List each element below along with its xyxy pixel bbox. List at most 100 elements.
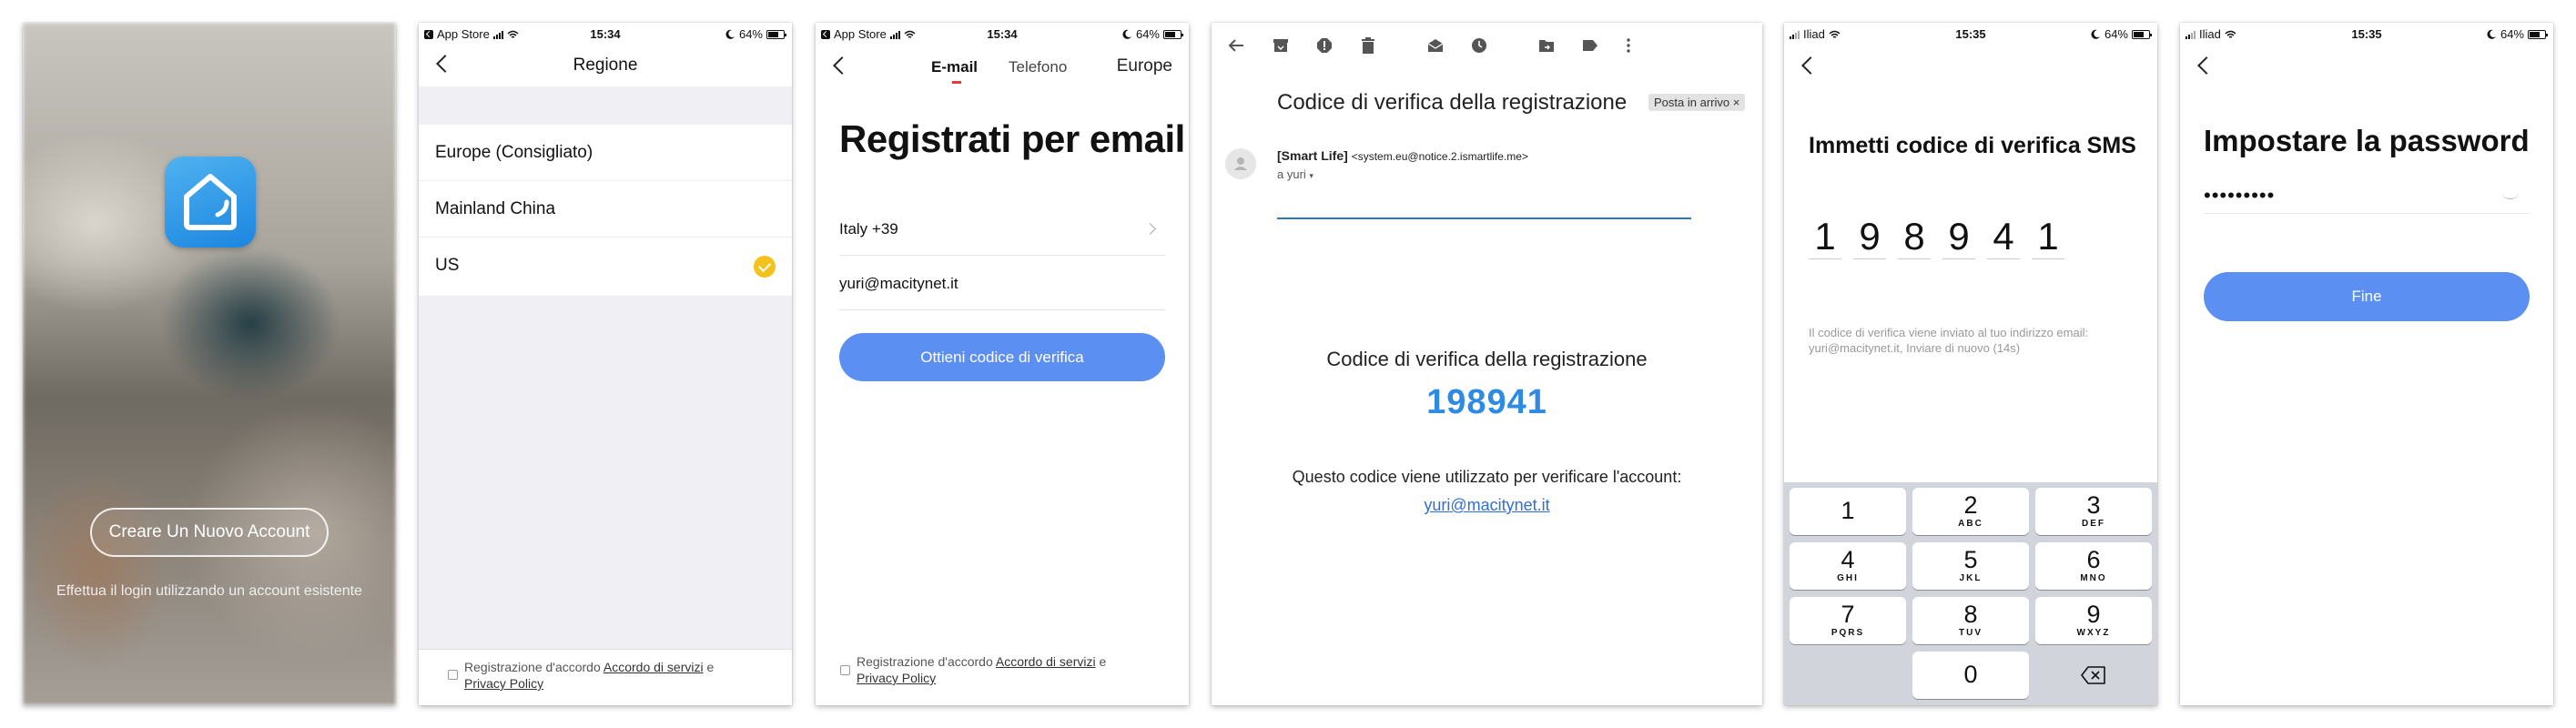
region-item-mainland-china[interactable]: Mainland China: [419, 181, 792, 238]
key-2[interactable]: 2 ABC: [1912, 488, 2029, 535]
email-subject: Codice di verifica della registrazione: [1277, 90, 1628, 115]
consent-prefix: Registrazione d'accordo: [857, 654, 993, 669]
country-code-field[interactable]: Italy +39: [839, 203, 1165, 256]
key-letters: PQRS: [1831, 628, 1865, 638]
code-purpose-text: Questo codice viene utilizzato per verif…: [1292, 468, 1682, 486]
consent-and: e: [706, 660, 715, 674]
password-field[interactable]: •••••••••: [2204, 177, 2530, 214]
empty-area: [419, 296, 792, 705]
page-title: Regione: [573, 56, 638, 75]
email-toolbar: [1212, 23, 1762, 68]
key-letters: WXYZ: [2076, 628, 2111, 638]
set-password-screen: Iliad 15:35 64% Impostare la password ••…: [2180, 23, 2553, 705]
privacy-link[interactable]: Privacy Policy: [857, 671, 936, 685]
region-item-label: US: [435, 256, 460, 275]
key-7[interactable]: 7 PQRS: [1790, 597, 1906, 644]
create-account-button[interactable]: Creare Un Nuovo Account: [90, 508, 329, 557]
moon-icon: [1122, 29, 1131, 39]
key-letters: MNO: [2080, 573, 2107, 583]
snooze-clock-icon[interactable]: [1468, 35, 1490, 56]
key-letters: JKL: [1959, 573, 1983, 583]
report-spam-icon[interactable]: [1313, 35, 1335, 56]
delete-icon[interactable]: [1357, 35, 1379, 56]
terms-link[interactable]: Accordo di servizi: [996, 654, 1096, 669]
consent-text: Registrazione d'accordo Accordo di servi…: [857, 653, 1171, 686]
key-letters: GHI: [1837, 573, 1859, 583]
tab-phone[interactable]: Telefono: [1009, 58, 1067, 76]
terms-link[interactable]: Accordo di servizi: [603, 660, 704, 674]
email-body-heading: Codice di verifica della registrazione: [1326, 348, 1648, 370]
sender-avatar: [1225, 148, 1256, 179]
key-5[interactable]: 5 JKL: [1912, 542, 2029, 590]
key-number: 8: [1963, 601, 1978, 628]
region-item-label: Mainland China: [435, 198, 556, 218]
key-number: 7: [1841, 601, 1855, 628]
login-existing-link[interactable]: Effettua il login utilizzando un account…: [23, 583, 396, 600]
backspace-key[interactable]: [2035, 652, 2152, 699]
sender-address: <system.eu@notice.2.ismartlife.me>: [1351, 150, 1528, 163]
privacy-link[interactable]: Privacy Policy: [464, 676, 543, 691]
battery-percent: 64%: [2500, 27, 2524, 41]
hidden-eye-icon[interactable]: [2502, 192, 2519, 199]
moon-icon: [2091, 29, 2100, 39]
status-bar: App Store 15:34 64%: [816, 23, 1189, 45]
done-button[interactable]: Fine: [2204, 272, 2530, 321]
consent-prefix: Registrazione d'accordo: [464, 660, 601, 674]
page-title: Immetti codice di verifica SMS: [1809, 133, 2136, 158]
status-bar: App Store 15:34 64%: [419, 23, 792, 45]
recipient-details-toggle[interactable]: a yuri ▾: [1277, 167, 1313, 181]
key-number: 6: [2086, 546, 2101, 573]
caret-down-icon: ▾: [1309, 171, 1313, 180]
recipient-label: a yuri: [1277, 167, 1306, 181]
key-1[interactable]: 1: [1790, 488, 1906, 535]
active-tab-indicator: [952, 81, 961, 84]
key-3[interactable]: 3 DEF: [2035, 488, 2152, 535]
welcome-screen: Creare Un Nuovo Account Effettua il logi…: [23, 23, 396, 705]
get-verification-code-button[interactable]: Ottieni codice di verifica: [839, 333, 1165, 381]
code-digit: 1: [1809, 214, 1841, 259]
password-value: •••••••••: [2204, 183, 2276, 207]
consent-text: Registrazione d'accordo Accordo di servi…: [464, 659, 774, 692]
battery-icon: [766, 29, 786, 39]
archive-icon[interactable]: [1270, 35, 1292, 56]
sender-line: [Smart Life] <system.eu@notice.2.ismartl…: [1277, 148, 1528, 163]
country-code-value: Italy +39: [839, 219, 898, 238]
email-value: yuri@macitynet.it: [839, 274, 958, 292]
key-9[interactable]: 9 WXYZ: [2035, 597, 2152, 644]
consent-checkbox[interactable]: [448, 670, 458, 680]
inbox-label-chip[interactable]: Posta in arrivo ×: [1648, 94, 1746, 111]
key-6[interactable]: 6 MNO: [2035, 542, 2152, 590]
code-digit: 8: [1898, 214, 1931, 259]
blurred-background-image: [23, 23, 396, 705]
label-tag-icon[interactable]: [1579, 35, 1601, 56]
key-letters: DEF: [2082, 519, 2105, 529]
back-chevron-icon[interactable]: [1801, 56, 1820, 75]
region-selector-link[interactable]: Europe: [1117, 56, 1172, 76]
consent-checkbox[interactable]: [840, 665, 850, 675]
back-chevron-icon[interactable]: [833, 56, 851, 75]
email-field[interactable]: yuri@macitynet.it: [839, 258, 1165, 310]
tab-email[interactable]: E-mail: [931, 58, 978, 76]
code-digit-inputs[interactable]: 1 9 8 9 4 1: [1809, 214, 2064, 259]
back-chevron-icon[interactable]: [2197, 56, 2216, 75]
key-0[interactable]: 0: [1912, 652, 2029, 699]
key-8[interactable]: 8 TUV: [1912, 597, 2029, 644]
code-digit: 4: [1987, 214, 2020, 259]
key-number: 2: [1963, 491, 1978, 519]
code-digit: 1: [2032, 214, 2064, 259]
key-number: 4: [1841, 546, 1855, 573]
mark-unread-icon[interactable]: [1425, 35, 1446, 56]
status-bar: Iliad 15:35 64%: [2180, 23, 2553, 45]
numeric-keypad: 1 2 ABC 3 DEF 4 GHI 5 JKL 6 MNO 7 PQRS 8 TUV 9W…: [1784, 482, 2157, 705]
code-digit: 9: [1853, 214, 1886, 259]
key-4[interactable]: 4 GHI: [1790, 542, 1906, 590]
battery-icon: [2528, 29, 2548, 39]
region-item-europe[interactable]: Europe (Consigliato): [419, 125, 792, 181]
back-arrow-icon[interactable]: [1225, 35, 1247, 56]
move-to-folder-icon[interactable]: [1536, 35, 1557, 56]
status-bar: Iliad 15:35 64%: [1784, 23, 2157, 45]
more-options-icon[interactable]: [1618, 35, 1639, 56]
account-email-link[interactable]: yuri@macitynet.it: [1212, 496, 1762, 515]
region-item-us[interactable]: US: [419, 238, 792, 294]
consent-and: e: [1099, 654, 1107, 669]
